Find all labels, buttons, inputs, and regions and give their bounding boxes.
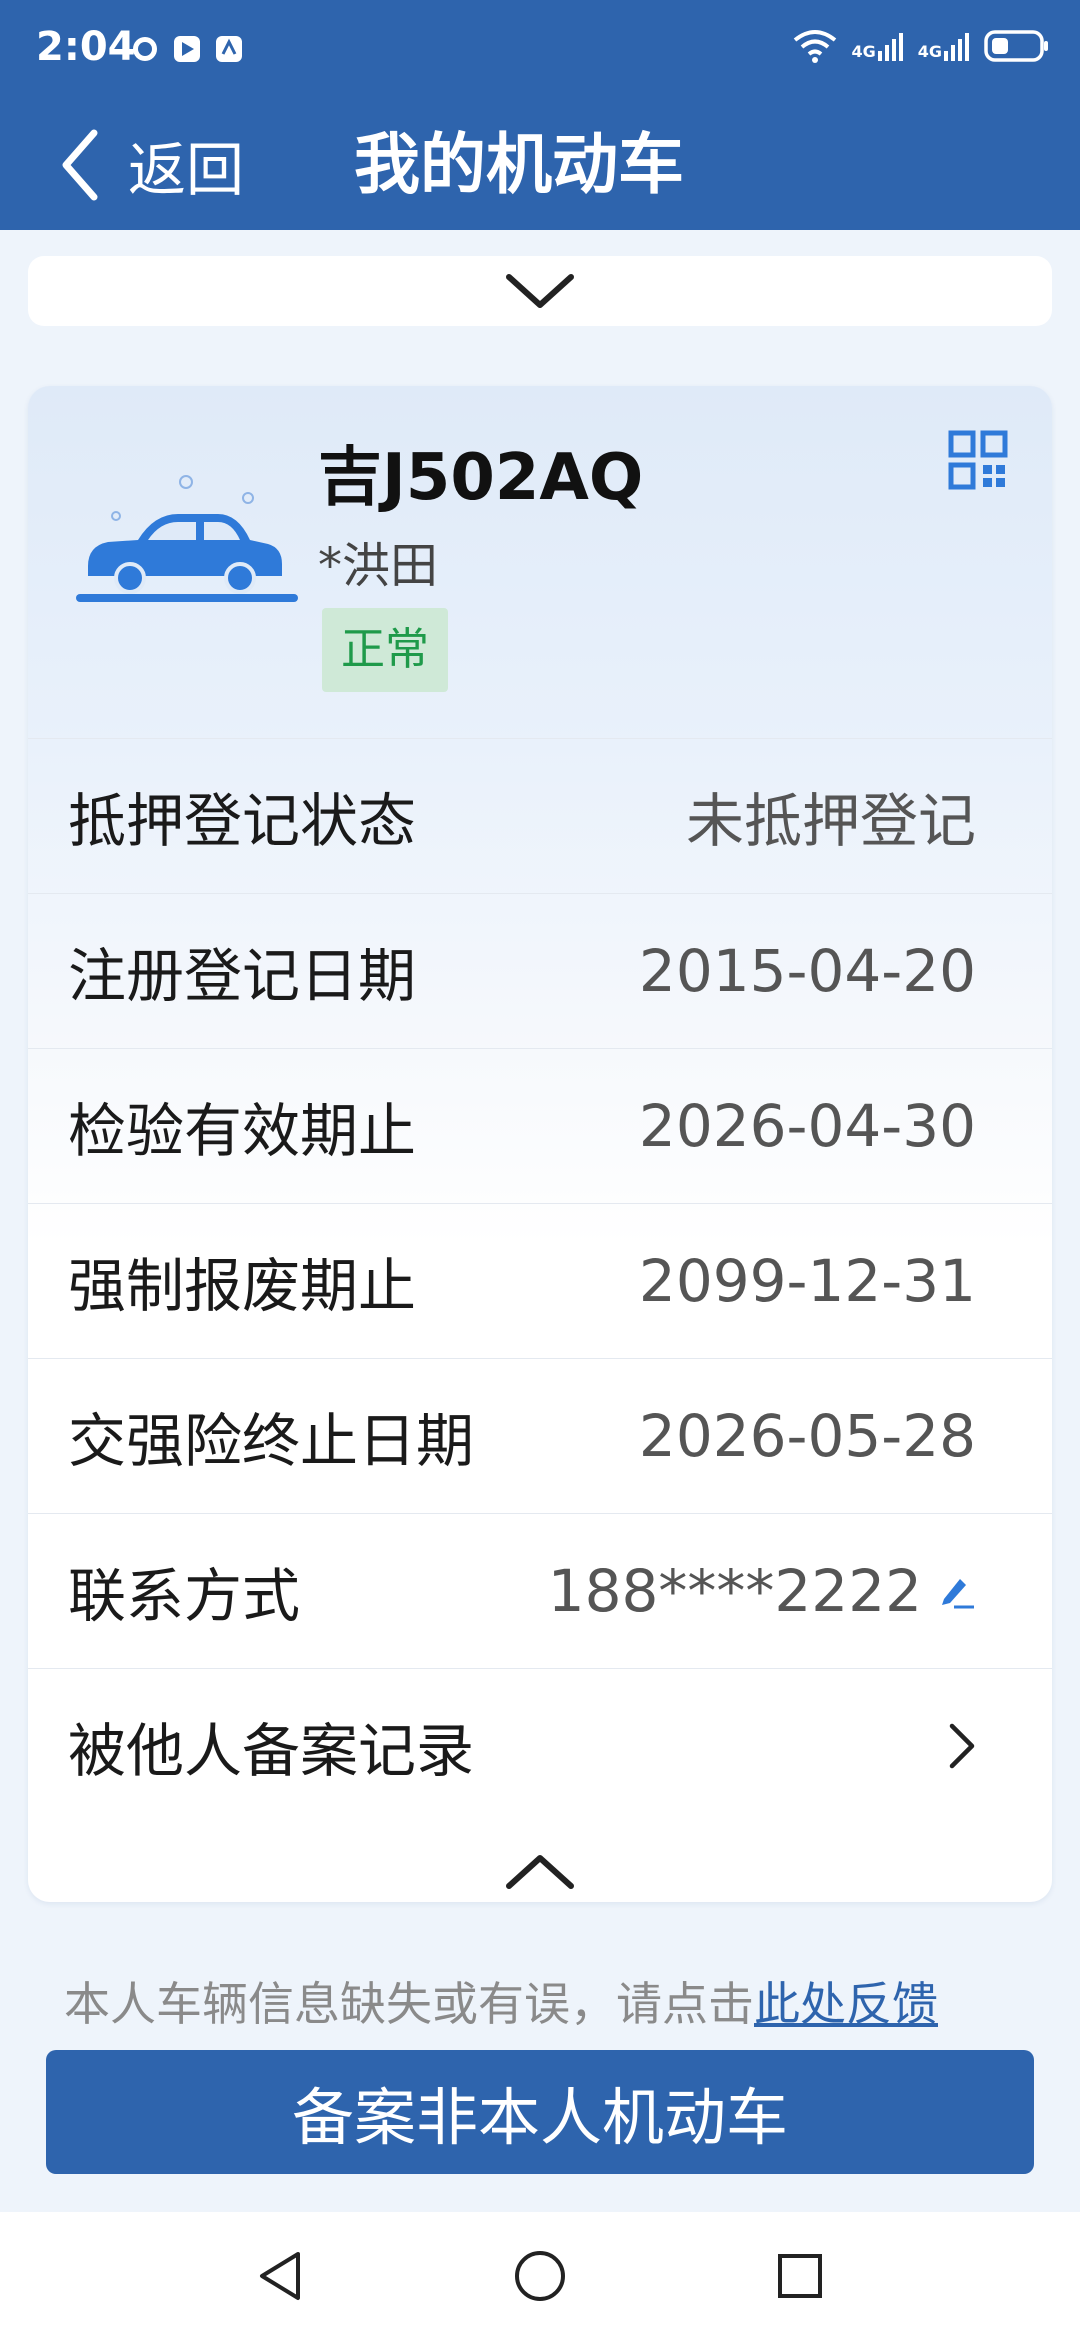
feedback-link[interactable]: 此处反馈	[754, 1977, 938, 2031]
detail-row-contact: 联系方式 188****2222	[28, 1513, 1052, 1668]
network-type-2: 4G	[917, 42, 942, 61]
vehicle-details-list: 抵押登记状态 未抵押登记 注册登记日期 2015-04-20 检验有效期止 20…	[28, 738, 1052, 1823]
chevron-down-icon	[506, 274, 574, 308]
chevron-up-icon	[506, 1855, 574, 1889]
detail-label: 抵押登记状态	[68, 787, 417, 855]
detail-row-mortgage: 抵押登记状态 未抵押登记	[28, 738, 1052, 893]
detail-value: 2026-05-28	[638, 1402, 976, 1470]
plate-number: 吉J502AQ	[318, 441, 644, 515]
detail-value: 2015-04-20	[638, 937, 976, 1005]
detail-value: 2026-04-30	[638, 1092, 976, 1160]
detail-value: 2099-12-31	[638, 1247, 976, 1315]
register-other-vehicle-button[interactable]: 备案非本人机动车	[46, 2050, 1034, 2174]
detail-row-filing-records[interactable]: 被他人备案记录	[28, 1668, 1052, 1823]
circle-home-icon	[515, 2251, 565, 2301]
network-type-1: 4G	[851, 42, 876, 61]
back-label: 返回	[128, 136, 245, 204]
feedback-text: 本人车辆信息缺失或有误，请点击此处反馈	[64, 1968, 938, 2034]
nav-recents-button[interactable]	[765, 2241, 835, 2311]
chevron-right-icon	[949, 1723, 975, 1769]
play-store-icon	[174, 36, 200, 62]
vehicle-card: 吉J502AQ *洪田 正常 抵押登记状态 未抵押登记 注册登记日期 2015-…	[28, 386, 1052, 1902]
edit-icon[interactable]	[936, 1571, 976, 1611]
signal-icon: 4G	[851, 31, 903, 61]
detail-label: 注册登记日期	[68, 942, 417, 1010]
status-bar: 2:04 4G 4G	[0, 0, 1080, 100]
chevron-left-icon	[62, 129, 98, 201]
page-title: 我的机动车	[354, 126, 684, 203]
nav-home-button[interactable]	[505, 2241, 575, 2311]
qr-code-icon[interactable]	[948, 430, 1008, 490]
back-button[interactable]: 返回	[60, 122, 244, 208]
message-notification-icon	[133, 37, 157, 61]
feedback-prompt: 本人车辆信息缺失或有误，请点击	[64, 1977, 754, 2031]
detail-label: 联系方式	[68, 1562, 301, 1630]
app-header: 返回 我的机动车	[0, 100, 1080, 230]
expand-toggle[interactable]	[28, 256, 1052, 326]
system-nav-bar	[0, 2212, 1080, 2340]
detail-row-registration-date: 注册登记日期 2015-04-20	[28, 893, 1052, 1048]
battery-icon	[984, 30, 1048, 62]
status-badge: 正常	[322, 608, 448, 692]
wifi-icon	[794, 30, 837, 63]
collapse-toggle[interactable]	[28, 1842, 1052, 1902]
detail-row-insurance-expiry: 交强险终止日期 2026-05-28	[28, 1358, 1052, 1513]
detail-label: 被他人备案记录	[68, 1717, 475, 1785]
detail-row-scrap-date: 强制报废期止 2099-12-31	[28, 1203, 1052, 1358]
detail-row-inspection-expiry: 检验有效期止 2026-04-30	[28, 1048, 1052, 1203]
detail-label: 检验有效期止	[68, 1097, 417, 1165]
detail-label: 强制报废期止	[68, 1252, 417, 1320]
signal-icon-2: 4G	[918, 31, 970, 61]
detail-value: 未抵押登记	[685, 787, 976, 855]
nav-back-button[interactable]	[245, 2241, 315, 2311]
triangle-back-icon	[260, 2252, 300, 2300]
car-icon	[76, 475, 298, 602]
square-recents-icon	[778, 2254, 822, 2298]
owner-name: *洪田	[318, 538, 439, 594]
status-time: 2:04	[36, 24, 136, 70]
detail-label: 交强险终止日期	[68, 1407, 475, 1475]
detail-value: 188****2222	[547, 1557, 922, 1625]
app-notification-icon	[216, 36, 242, 62]
